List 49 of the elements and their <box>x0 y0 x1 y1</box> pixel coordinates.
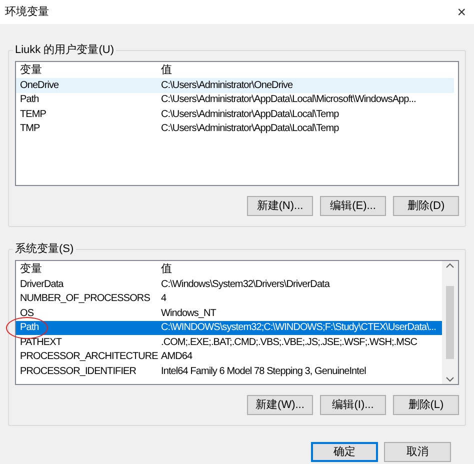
variable-row[interactable]: DriverData C:\Windows\System32\Drivers\DriverData <box>16 277 442 292</box>
variable-name: TMP <box>19 122 41 136</box>
variable-value: AMD64 <box>161 350 192 364</box>
variable-row[interactable]: NUMBER_OF_PROCESSORS 4 <box>16 292 442 306</box>
column-header[interactable]: 变量 <box>16 62 161 78</box>
variable-row[interactable]: TEMP C:\Users\Administrator\AppData\Local\Temp <box>16 107 454 122</box>
window-title: 环境变量 <box>5 4 49 20</box>
variable-row[interactable]: PROCESSOR_IDENTIFIER Intel64 Family 6 Model 78 Stepping 3, GenuineIntel <box>16 364 442 378</box>
action-button[interactable]: 编辑(E)... <box>320 196 386 216</box>
action-button[interactable]: 新建(N)... <box>247 196 313 216</box>
column-header[interactable]: 值 <box>161 62 172 78</box>
column-header[interactable]: 值 <box>161 260 172 278</box>
close-button[interactable]: × <box>457 4 466 20</box>
column-header[interactable]: 变量 <box>16 260 161 278</box>
variable-row[interactable]: Path C:\WINDOWS\system32;C:\WINDOWS;F:\Study\CTEX\UserData\... <box>16 320 442 335</box>
variable-name: PATHEXT <box>19 336 63 350</box>
variable-row[interactable]: OS Windows_NT <box>16 306 442 320</box>
variable-row[interactable]: Path C:\Users\Administrator\AppData\Local\Microsoft\WindowsApp... <box>16 92 454 107</box>
variable-value: 4 <box>161 292 166 306</box>
variable-value: Intel64 Family 6 Model 78 Stepping 3, GenuineIntel <box>161 364 366 379</box>
action-button[interactable]: 删除(D) <box>393 196 459 216</box>
action-button[interactable]: 编辑(I)... <box>320 395 386 415</box>
dialog-button[interactable]: 确定 <box>311 442 378 462</box>
variable-name: NUMBER_OF_PROCESSORS <box>19 292 151 306</box>
variable-value: C:\Users\Administrator\AppData\Local\Temp <box>161 108 339 122</box>
variable-name: OneDrive <box>19 78 60 93</box>
variable-row[interactable]: PROCESSOR_ARCHITECTURE AMD64 <box>16 350 442 364</box>
variable-value: C:\Users\Administrator\AppData\Local\Temp <box>161 122 339 136</box>
variable-row[interactable]: OneDrive C:\Users\Administrator\OneDrive <box>16 78 454 92</box>
variable-value: C:\WINDOWS\system32;C:\WINDOWS;F:\Study\CTEX\UserData\... <box>161 321 436 336</box>
dialog-button[interactable]: 取消 <box>384 442 451 462</box>
variable-value: Windows_NT <box>161 306 216 321</box>
group-label: 系统变量(S) <box>13 241 76 258</box>
group-label: Liukk 的用户变量(U) <box>13 42 116 58</box>
variable-value: C:\Windows\System32\Drivers\DriverData <box>161 278 330 292</box>
variable-name: DriverData <box>19 278 65 292</box>
variable-name: TEMP <box>19 108 47 122</box>
variable-name: OS <box>19 306 35 321</box>
variable-name: PROCESSOR_IDENTIFIER <box>19 364 138 379</box>
variable-name: Path <box>19 321 40 336</box>
action-button[interactable]: 新建(W)... <box>247 395 313 415</box>
action-button[interactable]: 删除(L) <box>393 395 459 415</box>
variable-name: Path <box>19 93 40 108</box>
variable-value: C:\Users\Administrator\AppData\Local\Microsoft\WindowsApp... <box>161 93 416 108</box>
variable-value: .COM;.EXE;.BAT;.CMD;.VBS;.VBE;.JS;.JSE;.WSF;.WSH;.MSC <box>161 336 418 350</box>
variable-name: PROCESSOR_ARCHITECTURE <box>19 350 159 364</box>
variable-value: C:\Users\Administrator\OneDrive <box>161 78 293 93</box>
variable-row[interactable]: TMP C:\Users\Administrator\AppData\Local\Temp <box>16 122 454 136</box>
variable-row[interactable]: PATHEXT .COM;.EXE;.BAT;.CMD;.VBS;.VBE;.JS;.JSE;.WSF;.WSH;.MSC <box>16 335 442 350</box>
